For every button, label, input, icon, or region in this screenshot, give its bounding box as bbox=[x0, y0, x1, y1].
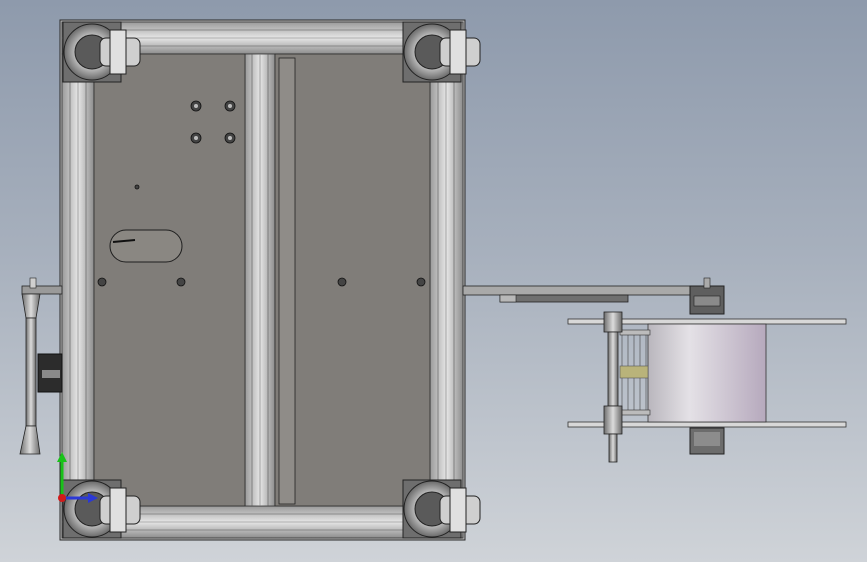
z-axis-dot bbox=[58, 494, 66, 502]
caster-top-right[interactable] bbox=[402, 21, 481, 83]
left-panel[interactable] bbox=[93, 53, 246, 507]
caster-bottom-right[interactable] bbox=[402, 479, 481, 539]
x-axis-arrowhead bbox=[88, 493, 98, 503]
right-panel[interactable] bbox=[274, 53, 431, 507]
assembly-model[interactable] bbox=[0, 0, 867, 562]
reel-assembly[interactable] bbox=[567, 311, 847, 463]
left-side-arm[interactable] bbox=[19, 277, 63, 455]
y-axis-arrowhead bbox=[57, 452, 67, 462]
right-extension-arm[interactable] bbox=[462, 277, 725, 315]
coordinate-triad bbox=[57, 452, 98, 503]
cad-graphics-viewport[interactable] bbox=[0, 0, 867, 562]
